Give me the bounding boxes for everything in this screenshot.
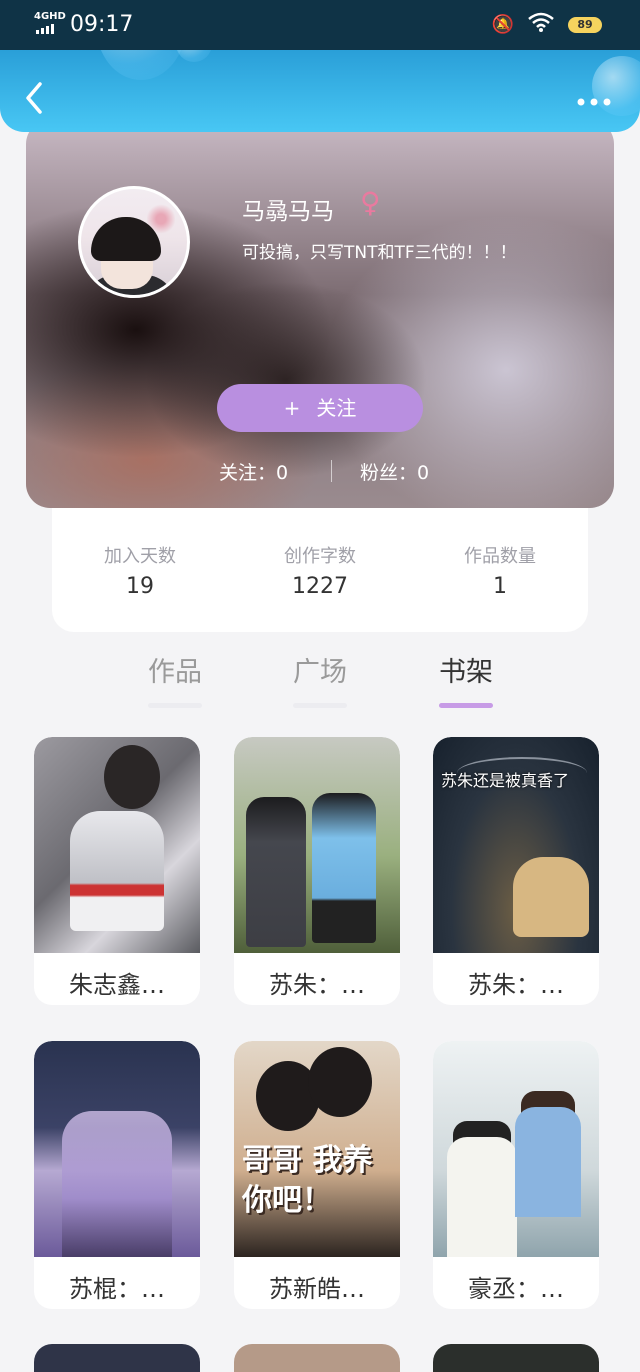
username: 马骉马马 <box>242 199 334 225</box>
tab-label: 广场 <box>293 657 347 688</box>
follow-button-label: 关注 <box>316 396 357 420</box>
bio-text: 可投搞，只写TNT和TF三代的！！！ <box>242 243 517 263</box>
back-button[interactable] <box>22 80 50 120</box>
following-count[interactable]: 关注：0 <box>219 458 288 485</box>
book-cover <box>34 737 200 953</box>
book-cover: 苏朱还是被真香了 <box>433 737 599 953</box>
status-time: 09:17 <box>70 12 134 37</box>
stat-label: 加入天数 <box>104 546 176 567</box>
signal-icon <box>36 24 54 34</box>
mute-icon: 🔕 <box>491 14 514 35</box>
stat-works-count: 作品数量 1 <box>410 542 590 599</box>
stat-value: 1 <box>493 574 507 599</box>
stat-label: 创作字数 <box>284 546 356 567</box>
female-icon: ♀ <box>360 186 381 219</box>
tab-underline <box>293 703 347 708</box>
chevron-left-icon <box>26 82 42 114</box>
wifi-icon <box>528 12 554 37</box>
book-card[interactable]: 苏朱：… <box>234 737 400 1005</box>
tab-bar: 作品 广场 书架 <box>0 650 640 710</box>
divider <box>331 460 332 482</box>
book-cover <box>34 1041 200 1257</box>
stats-card: 加入天数 19 创作字数 1227 作品数量 1 <box>52 508 588 632</box>
tab-underline <box>148 703 202 708</box>
status-icons: 🔕 89 <box>492 12 602 37</box>
profile-card: 马骉马马 ♀ 可投搞，只写TNT和TF三代的！！！ + 关注 关注：0 粉丝：0 <box>26 120 614 508</box>
tab-label: 作品 <box>148 657 202 688</box>
tab-bookshelf[interactable]: 书架 <box>426 650 506 708</box>
book-card[interactable]: 苏棍：… <box>34 1041 200 1309</box>
book-title: 苏朱：… <box>468 971 564 999</box>
book-card-partial[interactable] <box>34 1344 200 1372</box>
battery-icon: 89 <box>568 16 602 33</box>
stat-value: 1227 <box>292 574 348 599</box>
stat-label: 作品数量 <box>464 546 536 567</box>
book-card-partial[interactable] <box>234 1344 400 1372</box>
more-button[interactable] <box>576 82 612 115</box>
book-card[interactable]: 豪丞：… <box>433 1041 599 1309</box>
book-title: 朱志鑫… <box>69 971 165 999</box>
cover-text: 苏朱还是被真香了 <box>441 771 570 790</box>
book-title: 苏棍：… <box>69 1275 165 1303</box>
stat-word-count: 创作字数 1227 <box>230 542 410 599</box>
tab-works[interactable]: 作品 <box>135 650 215 708</box>
book-cover <box>234 737 400 953</box>
tab-square[interactable]: 广场 <box>280 650 360 708</box>
cover-text: 哥哥 我养你吧！ <box>242 1143 373 1218</box>
status-bar: 4GHD 09:17 🔕 89 <box>0 0 640 50</box>
plus-icon: + <box>283 396 301 420</box>
book-title: 苏新皓… <box>269 1275 365 1303</box>
book-title: 苏朱：… <box>269 971 365 999</box>
book-card[interactable]: 朱志鑫… <box>34 737 200 1005</box>
book-cover <box>433 1041 599 1257</box>
avatar[interactable] <box>78 186 190 298</box>
network-label: 4GHD <box>34 11 66 22</box>
book-cover: 哥哥 我养你吧！ <box>234 1041 400 1257</box>
fans-count[interactable]: 粉丝：0 <box>360 458 429 485</box>
top-bar: 4GHD 09:17 🔕 89 <box>0 0 640 132</box>
more-dots-icon <box>577 98 611 106</box>
tab-label: 书架 <box>439 657 493 688</box>
book-title: 豪丞：… <box>468 1275 564 1303</box>
stat-join-days: 加入天数 19 <box>50 542 230 599</box>
follow-button[interactable]: + 关注 <box>217 384 423 432</box>
book-card[interactable]: 哥哥 我养你吧！ 苏新皓… <box>234 1041 400 1309</box>
book-card[interactable]: 苏朱还是被真香了 苏朱：… <box>433 737 599 1005</box>
stat-value: 19 <box>126 574 154 599</box>
book-card-partial[interactable] <box>433 1344 599 1372</box>
tab-underline <box>439 703 493 708</box>
